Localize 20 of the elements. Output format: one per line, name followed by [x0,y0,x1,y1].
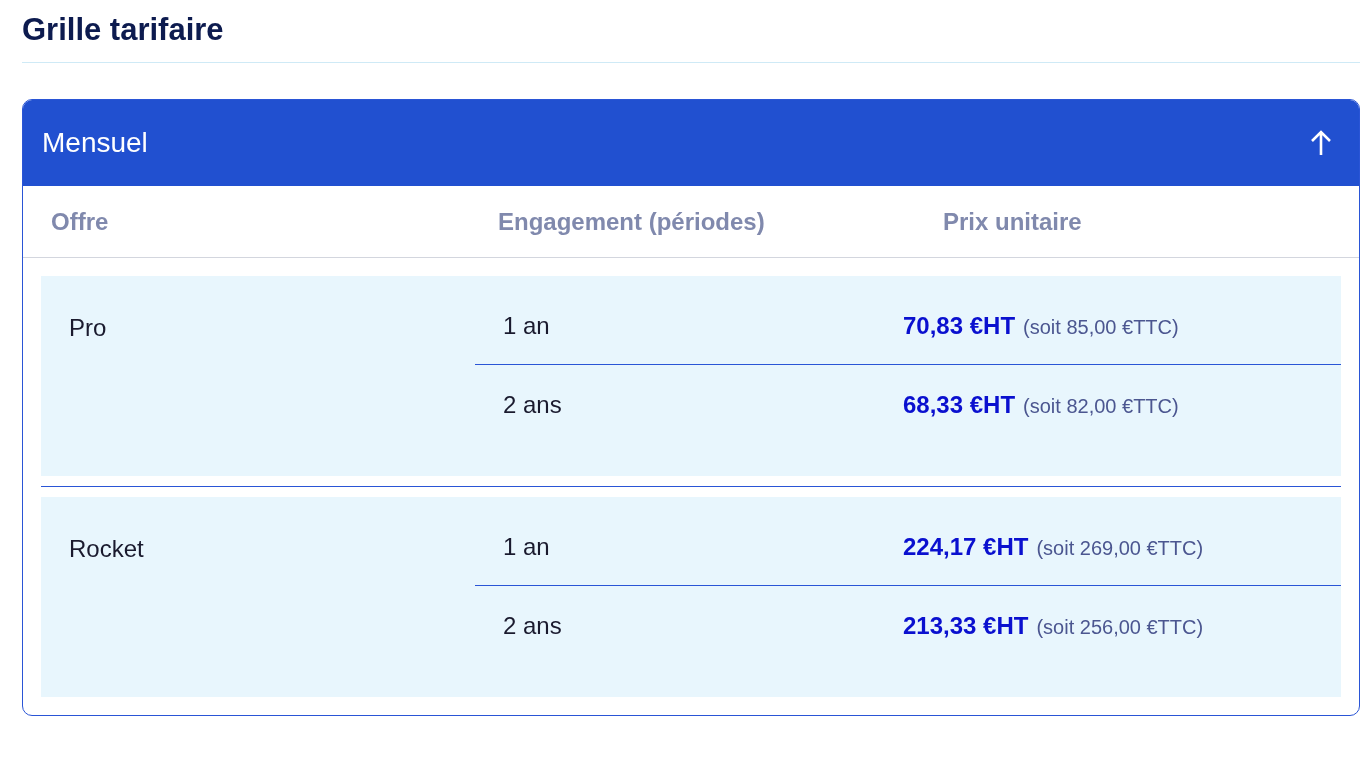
engagement-text: 1 an [502,312,551,340]
engagement-text: 2 ans [502,611,563,640]
price-text: 68,33 €HT [903,390,1016,419]
price-incl-tax-text: (soit 82,00 €TTC) [1023,394,1179,418]
engagement-text: 1 an [502,533,551,561]
engagement-text: 2 ans [502,390,563,419]
price-text: 213,33 €HT [903,611,1029,640]
price-incl-tax-text: (soit 85,00 €TTC) [1023,316,1179,339]
offer-name: Rocket [68,534,145,564]
column-header: Offre [51,207,110,236]
price-incl-tax-text: (soit 269,00 €TTC) [1036,537,1204,560]
price-incl-tax-text: (soit 256,00 €TTC) [1036,615,1204,639]
price-text: 70,83 €HT [903,312,1016,340]
column-header: Prix unitaire [943,207,1083,236]
up-arrow-icon [1309,129,1333,157]
offer-name: Pro [68,313,108,343]
panel-title: Mensuel [42,127,148,159]
price-text: 224,17 €HT [903,533,1029,561]
page-title: Grille tarifaire [22,12,1360,63]
column-header: Engagement (périodes) [498,207,766,236]
